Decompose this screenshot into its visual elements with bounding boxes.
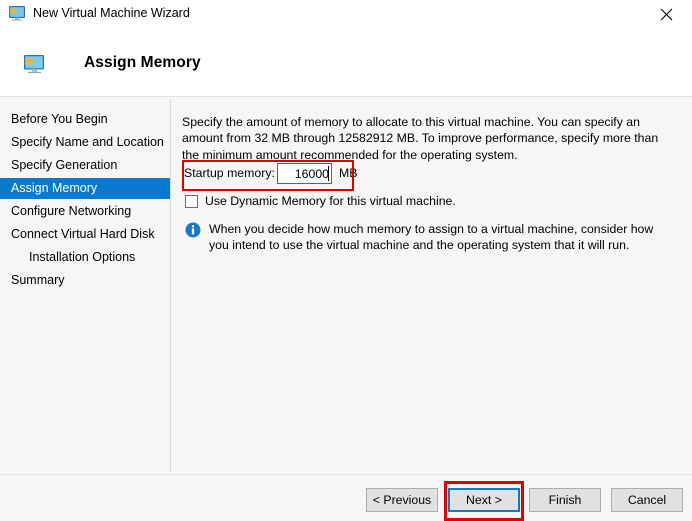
title-bar: New Virtual Machine Wizard — [0, 0, 692, 29]
startup-memory-unit: MB — [339, 166, 358, 180]
sidebar-item-summary[interactable]: Summary — [0, 270, 170, 291]
sidebar-item-specify-name-and-location[interactable]: Specify Name and Location — [0, 132, 170, 153]
dynamic-memory-checkbox[interactable] — [185, 195, 198, 208]
next-button[interactable]: Next > — [448, 488, 520, 512]
info-icon — [185, 222, 201, 238]
page-title: Assign Memory — [84, 54, 201, 71]
wizard-body: Before You Begin Specify Name and Locati… — [0, 97, 692, 474]
text-caret — [328, 166, 329, 181]
wizard-sidebar: Before You Begin Specify Name and Locati… — [0, 97, 170, 474]
info-text: When you decide how much memory to assig… — [209, 222, 654, 253]
sidebar-item-configure-networking[interactable]: Configure Networking — [0, 201, 170, 222]
finish-button[interactable]: Finish — [529, 488, 601, 512]
startup-memory-row: Startup memory: MB — [184, 163, 357, 185]
wizard-content: Specify the amount of memory to allocate… — [182, 97, 680, 474]
vm-monitor-icon — [24, 55, 46, 75]
dynamic-memory-label: Use Dynamic Memory for this virtual mach… — [205, 194, 456, 208]
close-icon[interactable] — [646, 0, 686, 29]
sidebar-item-specify-generation[interactable]: Specify Generation — [0, 155, 170, 176]
previous-button[interactable]: < Previous — [366, 488, 438, 512]
sidebar-item-connect-virtual-hard-disk[interactable]: Connect Virtual Hard Disk — [0, 224, 170, 245]
wizard-footer: < Previous Next > Finish Cancel — [0, 474, 692, 521]
vm-monitor-icon — [9, 6, 26, 22]
startup-memory-label: Startup memory: — [184, 166, 275, 180]
sidebar-divider — [170, 99, 171, 472]
page-header: Assign Memory — [0, 29, 692, 97]
sidebar-item-assign-memory[interactable]: Assign Memory — [0, 178, 170, 199]
description-text: Specify the amount of memory to allocate… — [182, 115, 659, 162]
cancel-button[interactable]: Cancel — [611, 488, 683, 512]
startup-memory-input[interactable] — [277, 163, 332, 184]
window-title: New Virtual Machine Wizard — [33, 6, 190, 20]
sidebar-item-before-you-begin[interactable]: Before You Begin — [0, 109, 170, 130]
sidebar-item-installation-options[interactable]: Installation Options — [0, 247, 170, 268]
